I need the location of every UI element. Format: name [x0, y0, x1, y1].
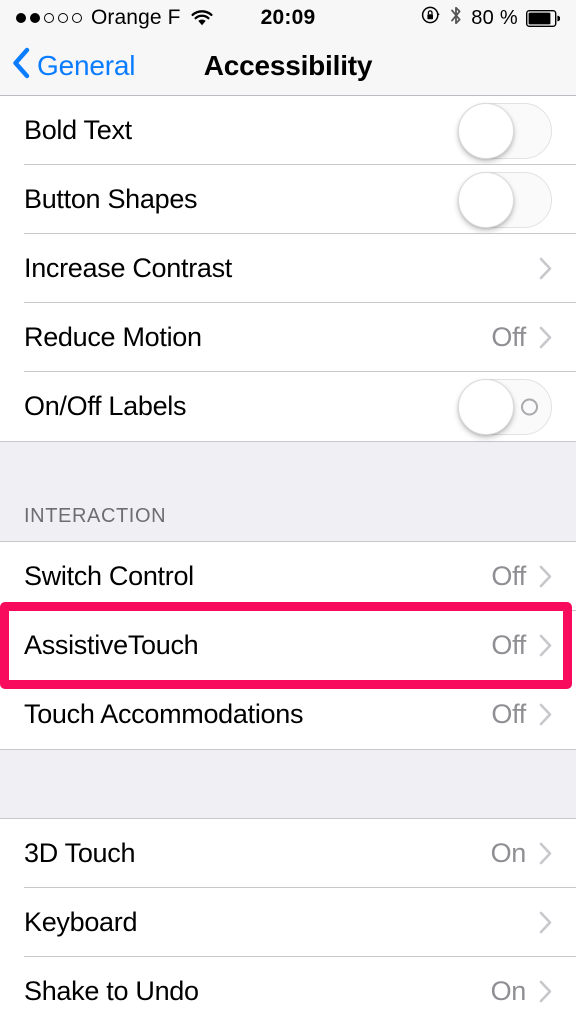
row-label: AssistiveTouch	[24, 630, 199, 660]
toggle-knob	[458, 171, 514, 228]
chevron-right-icon	[539, 326, 552, 349]
row-value: On	[490, 838, 527, 868]
signal-dot-1	[16, 13, 26, 23]
row-accessory	[458, 378, 552, 435]
row-label: Shake to Undo	[24, 976, 199, 1006]
row-button-shapes[interactable]: Button Shapes	[0, 165, 576, 234]
signal-strength-dots	[16, 13, 82, 23]
row-keyboard[interactable]: Keyboard	[0, 888, 576, 957]
chevron-left-icon	[11, 47, 31, 84]
row-label: Keyboard	[24, 907, 138, 937]
row-on-off-labels[interactable]: On/Off Labels	[0, 372, 576, 441]
chevron-right-icon	[539, 703, 552, 726]
back-button-label: General	[37, 49, 136, 81]
row-label: Reduce Motion	[24, 322, 202, 352]
row-shake-to-undo[interactable]: Shake to Undo On	[0, 957, 576, 1024]
toggle-bold-text[interactable]	[458, 102, 552, 159]
toggle-knob	[458, 378, 514, 435]
row-accessory: On	[491, 976, 552, 1007]
navigation-bar: General Accessibility	[0, 36, 576, 96]
row-3d-touch[interactable]: 3D Touch On	[0, 819, 576, 888]
row-accessory	[526, 911, 552, 934]
row-label: Switch Control	[24, 561, 194, 591]
battery-percent-label: 80 %	[471, 6, 518, 29]
chevron-right-icon	[539, 911, 552, 934]
status-bar-right: 80 %	[288, 5, 560, 32]
chevron-right-icon	[539, 842, 552, 865]
highlighted-row-wrapper: AssistiveTouch Off	[0, 602, 576, 689]
row-accessory: Off	[491, 630, 552, 661]
signal-dot-4	[58, 13, 68, 23]
row-bold-text[interactable]: Bold Text	[0, 96, 576, 165]
row-value: Off	[491, 322, 526, 352]
section-gap	[0, 749, 576, 819]
iphone-screen: Orange F 20:09 80 % General Accessibilit…	[0, 0, 576, 1024]
row-reduce-motion[interactable]: Reduce Motion Off	[0, 303, 576, 372]
rotation-lock-icon	[421, 5, 441, 31]
row-assistivetouch[interactable]: AssistiveTouch Off	[0, 611, 576, 680]
section-header-interaction: INTERACTION	[0, 441, 576, 542]
wifi-icon	[190, 9, 214, 27]
row-accessory: Off	[491, 561, 552, 592]
battery-icon	[526, 9, 560, 27]
back-button[interactable]: General	[0, 47, 135, 84]
row-accessory	[458, 171, 552, 228]
toggle-on-off-labels[interactable]	[458, 378, 552, 435]
signal-dot-3	[44, 13, 54, 23]
row-value: Off	[491, 699, 526, 729]
carrier-label: Orange F	[91, 6, 181, 29]
row-switch-control[interactable]: Switch Control Off	[0, 542, 576, 611]
row-accessory	[526, 257, 552, 280]
row-increase-contrast[interactable]: Increase Contrast	[0, 234, 576, 303]
row-value: Off	[491, 561, 526, 591]
section-header-label: INTERACTION	[24, 505, 167, 527]
bluetooth-icon	[449, 5, 463, 32]
row-label: On/Off Labels	[24, 391, 187, 421]
row-touch-accommodations[interactable]: Touch Accommodations Off	[0, 680, 576, 749]
row-label: Touch Accommodations	[24, 699, 304, 729]
signal-dot-5	[72, 13, 82, 23]
signal-dot-2	[30, 13, 40, 23]
row-accessory: Off	[491, 699, 552, 730]
status-bar-left: Orange F	[16, 6, 288, 30]
toggle-off-label-icon	[521, 398, 538, 415]
row-accessory: On	[491, 838, 552, 869]
row-label: 3D Touch	[24, 838, 136, 868]
toggle-button-shapes[interactable]	[458, 171, 552, 228]
status-bar: Orange F 20:09 80 %	[0, 0, 576, 36]
chevron-right-icon	[539, 634, 552, 657]
row-label: Button Shapes	[24, 184, 198, 214]
row-value: Off	[491, 630, 526, 660]
row-value: On	[490, 976, 527, 1006]
row-accessory	[458, 102, 552, 159]
chevron-right-icon	[539, 257, 552, 280]
settings-list: Bold Text Button Shapes Increase Contras…	[0, 96, 576, 1024]
toggle-knob	[458, 102, 514, 159]
chevron-right-icon	[539, 980, 552, 1003]
chevron-right-icon	[539, 565, 552, 588]
row-label: Increase Contrast	[24, 253, 232, 283]
row-accessory: Off	[491, 322, 552, 353]
row-label: Bold Text	[24, 115, 132, 145]
